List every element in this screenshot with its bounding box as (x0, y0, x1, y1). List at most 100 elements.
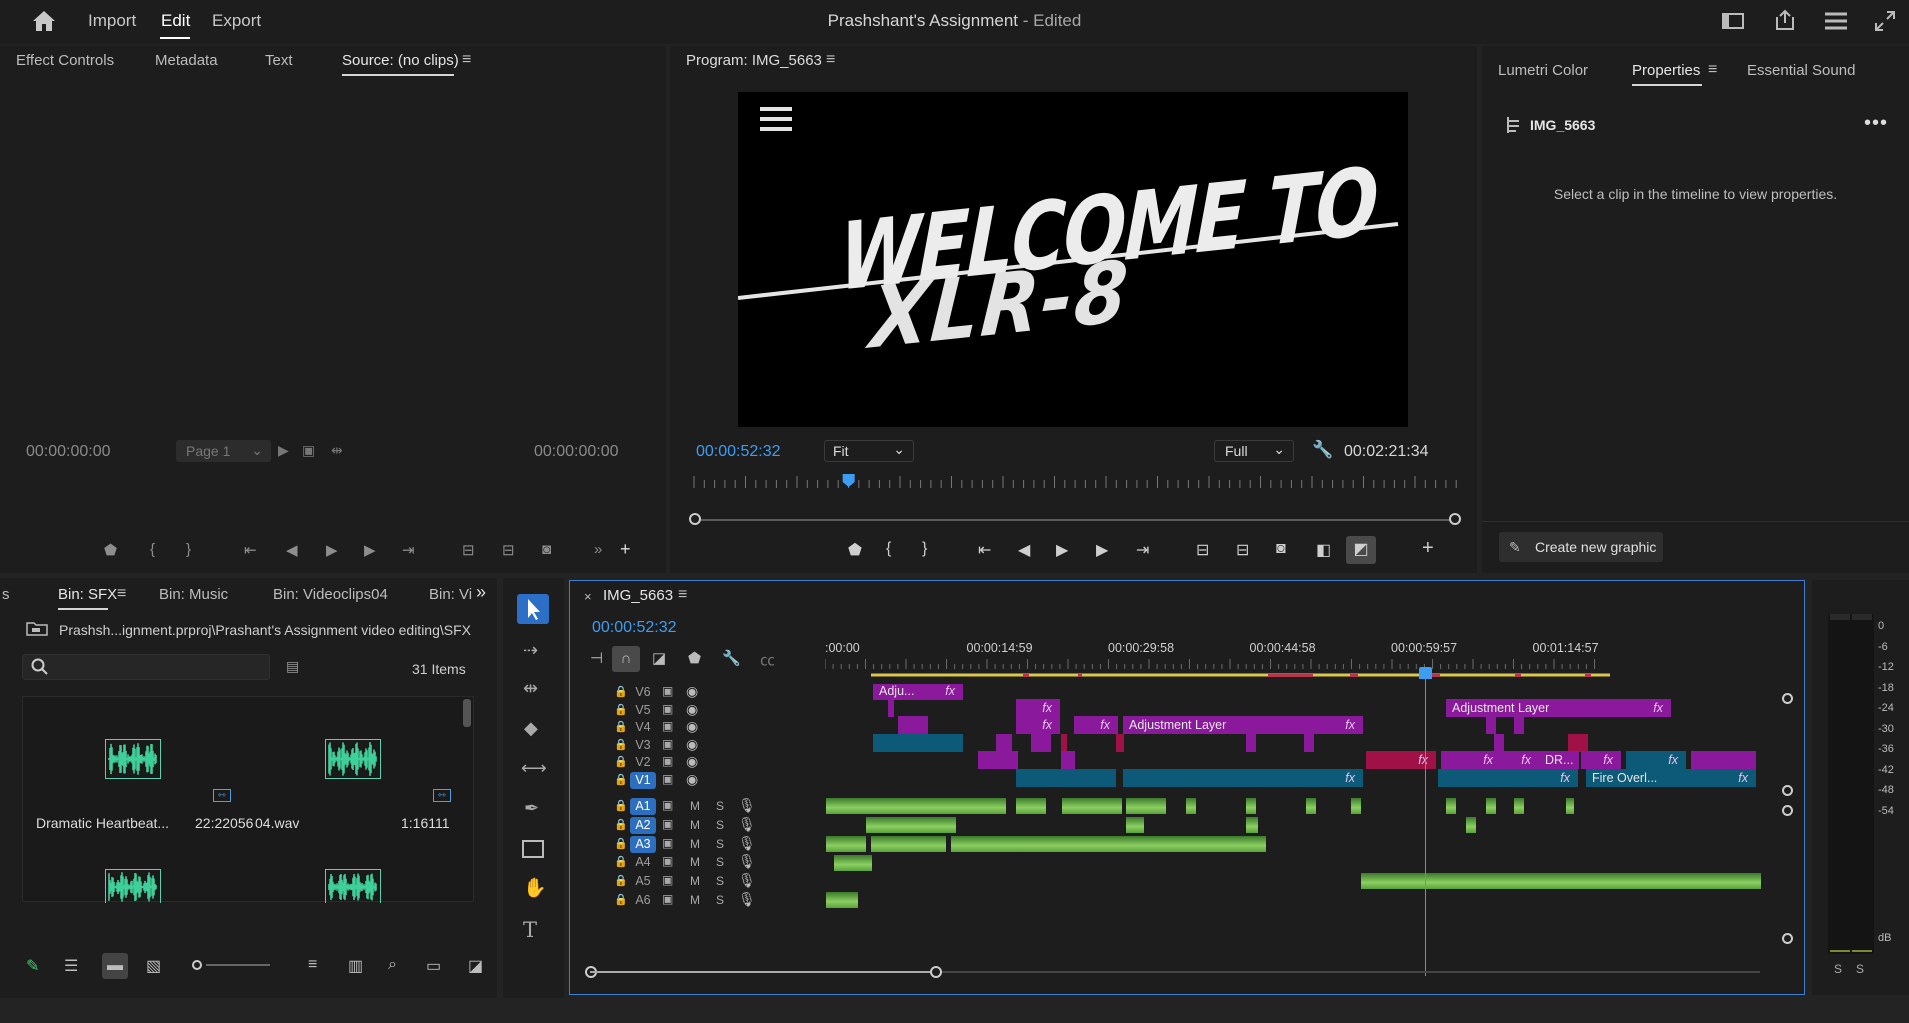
solo-left[interactable]: S (1834, 962, 1842, 976)
sync-lock-icon[interactable]: ▣ (662, 836, 673, 850)
zoom-slider-handle[interactable] (192, 960, 202, 970)
solo-button[interactable]: S (716, 855, 724, 869)
lift-icon[interactable]: ⊟ (1196, 540, 1209, 560)
sync-lock-icon[interactable]: ▣ (662, 702, 673, 716)
scroll-handle-mid[interactable] (1782, 785, 1793, 796)
sync-lock-icon[interactable]: ▣ (662, 772, 673, 786)
more-options-icon[interactable]: ••• (1864, 112, 1888, 135)
timeline-clip[interactable] (1246, 734, 1256, 752)
timeline-clip[interactable] (1306, 798, 1316, 814)
timeline-clip[interactable] (1514, 798, 1524, 814)
lock-icon[interactable]: 🔒 (614, 755, 628, 768)
timeline-clip[interactable] (1246, 817, 1258, 833)
freeform-view-icon[interactable]: ▧ (146, 956, 161, 976)
microphone-icon[interactable]: 🎙 (738, 853, 756, 870)
zoom-slider-track[interactable] (206, 964, 270, 966)
play-icon[interactable]: ▶ (1056, 540, 1068, 560)
lock-icon[interactable]: 🔒 (614, 720, 628, 733)
timeline-clip[interactable]: DR... (1539, 751, 1579, 769)
fit-select[interactable]: Fit ⌄ (824, 440, 914, 462)
workspace-menu-icon[interactable] (1824, 11, 1848, 31)
timeline-clip[interactable] (1126, 817, 1144, 833)
new-item-icon[interactable]: ◪ (468, 956, 483, 976)
step-forward-icon[interactable]: ▶ (364, 541, 376, 559)
timeline-clip[interactable] (951, 836, 1266, 852)
sync-lock-icon[interactable]: ▣ (662, 737, 673, 751)
mute-button[interactable]: M (690, 855, 700, 869)
audio-thumb-3[interactable] (105, 869, 161, 903)
timeline-clip[interactable]: fx (1626, 751, 1686, 769)
timeline-clip[interactable] (1466, 817, 1476, 833)
timeline-clip[interactable]: fx (1016, 716, 1060, 734)
timeline-clip[interactable] (871, 836, 946, 852)
lock-icon[interactable]: 🔒 (614, 837, 628, 850)
tab-essential-sound[interactable]: Essential Sound (1747, 62, 1855, 79)
timeline-clip[interactable] (1361, 873, 1761, 889)
timeline-clip[interactable] (996, 734, 1012, 752)
eye-icon[interactable]: ◉ (686, 771, 698, 788)
captions-icon[interactable]: ㏄ (760, 649, 775, 670)
quality-select[interactable]: Full ⌄ (1214, 440, 1294, 462)
track-target-a3[interactable]: A3 (630, 835, 656, 853)
track-target-v6[interactable]: V6 (630, 684, 656, 701)
solo-button[interactable]: S (716, 818, 724, 832)
timeline-clip[interactable] (866, 817, 956, 833)
tab-lumetri-color[interactable]: Lumetri Color (1498, 62, 1588, 79)
add-marker-icon[interactable]: ⬟ (688, 649, 701, 667)
timeline-clip[interactable] (1031, 734, 1051, 752)
sync-lock-icon[interactable]: ▣ (662, 817, 673, 831)
play-small-icon[interactable]: ▶ (278, 442, 289, 459)
timeline-clip[interactable] (1691, 751, 1756, 769)
camera-icon[interactable]: ◙ (542, 541, 551, 558)
audio-thumb-1[interactable] (105, 739, 161, 779)
timeline-clip[interactable] (978, 751, 1018, 769)
solo-button[interactable]: S (716, 837, 724, 851)
razor-tool-icon[interactable]: ◆ (524, 718, 538, 739)
extract-icon[interactable]: ⊟ (1236, 540, 1249, 560)
timeline-clip[interactable]: fx (1438, 769, 1578, 787)
rectangle-tool-icon[interactable] (522, 840, 544, 858)
timeline-clip[interactable] (1246, 798, 1256, 814)
timeline-clip[interactable] (1304, 734, 1314, 752)
linked-selection-icon[interactable]: ◪ (652, 649, 666, 667)
tab-bin-partial[interactable]: s (2, 586, 10, 603)
tab-program[interactable]: Program: IMG_5663 (686, 52, 822, 69)
eye-icon[interactable]: ◉ (686, 753, 698, 770)
h-scroll-thumb[interactable] (590, 971, 935, 973)
audio-thumb-2[interactable] (325, 739, 381, 779)
timeline-timecode[interactable]: 00:00:52:32 (592, 619, 677, 637)
microphone-icon[interactable]: 🎙 (738, 816, 756, 833)
track-select-tool-icon[interactable]: ⇢ (523, 640, 538, 661)
selection-tool-icon[interactable] (517, 594, 549, 624)
track-target-a1[interactable]: A1 (630, 798, 656, 815)
sync-lock-icon[interactable]: ▣ (662, 873, 673, 887)
new-bin-icon[interactable]: ▭ (426, 956, 441, 976)
timeline-clip[interactable] (898, 716, 928, 734)
go-to-out-icon[interactable]: ⇥ (1136, 540, 1149, 560)
timeline-h-scroll[interactable] (585, 966, 1760, 978)
mark-in-icon[interactable]: { (150, 541, 155, 558)
timeline-clip[interactable] (888, 699, 894, 717)
program-zoom-bar[interactable] (689, 513, 1461, 525)
timeline-clip[interactable]: fx (1501, 751, 1539, 769)
timeline-clip[interactable]: fx (1123, 769, 1363, 787)
add-marker-icon[interactable]: ⬟ (104, 541, 117, 559)
camera-icon[interactable]: ◙ (1276, 540, 1286, 558)
solo-button[interactable]: S (716, 874, 724, 888)
track-target-a2[interactable]: A2 (630, 816, 656, 834)
timeline-clip[interactable] (834, 855, 872, 871)
sort-icon[interactable]: ≡ (308, 956, 317, 974)
microphone-icon[interactable]: 🎙 (738, 872, 756, 889)
mark-in-icon[interactable]: { (886, 540, 891, 558)
bin-menu-icon[interactable]: ≡ (117, 585, 126, 603)
timeline-clip[interactable] (1061, 751, 1075, 769)
automate-icon[interactable]: ▥ (348, 956, 363, 976)
timeline-clip[interactable]: Adjustment Layer fx (1446, 699, 1671, 717)
microphone-icon[interactable]: 🎙 (738, 891, 756, 908)
mark-out-icon[interactable]: } (186, 541, 191, 558)
add-button-icon[interactable]: + (620, 539, 631, 560)
properties-menu-icon[interactable]: ≡ (1708, 61, 1717, 79)
overwrite-icon[interactable]: ⊟ (502, 541, 515, 559)
timeline-clip[interactable] (1494, 734, 1504, 752)
timeline-clip[interactable] (1486, 798, 1496, 814)
